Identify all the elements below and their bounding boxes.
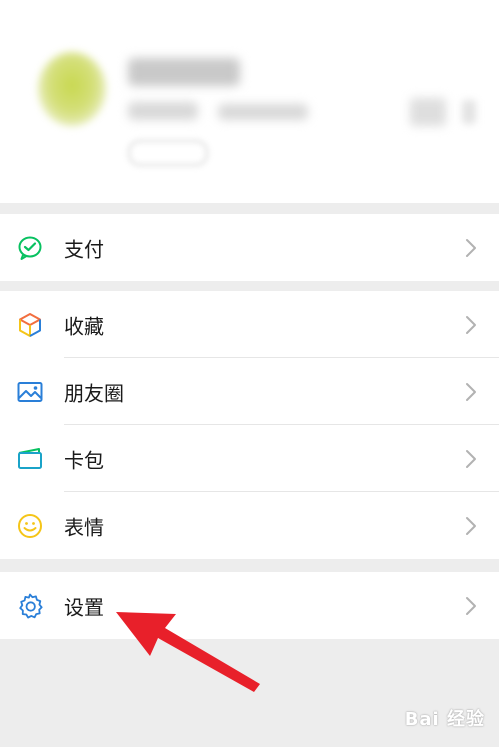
moments-picture-icon: [16, 378, 44, 406]
menu-item-pay[interactable]: 支付: [0, 214, 499, 281]
menu-item-favorites[interactable]: 收藏: [0, 291, 499, 358]
blurred-profile-chevron-icon: [462, 100, 476, 124]
menu-item-cards[interactable]: 卡包: [0, 425, 499, 492]
chevron-right-icon: [466, 238, 476, 257]
profile-header[interactable]: [0, 0, 499, 203]
chevron-right-icon: [466, 382, 476, 401]
avatar[interactable]: [38, 52, 106, 126]
card-wallet-icon: [16, 445, 44, 473]
me-page: 支付 收藏 朋友圈 卡包 表情 设置 Bai 经验: [0, 0, 499, 747]
blurred-wechat-id-label: [128, 102, 198, 120]
menu-item-settings[interactable]: 设置: [0, 572, 499, 639]
menu-group-pay: 支付: [0, 214, 499, 281]
blurred-status-button[interactable]: [128, 140, 208, 166]
menu-item-cards-label: 卡包: [64, 448, 104, 472]
watermark: Bai 经验: [404, 709, 485, 730]
chevron-right-icon: [466, 315, 476, 334]
blurred-qr-code-icon[interactable]: [410, 98, 446, 126]
menu-item-settings-label: 设置: [64, 595, 104, 619]
chevron-right-icon: [466, 596, 476, 615]
smiley-icon: [16, 512, 44, 540]
chevron-right-icon: [466, 449, 476, 468]
wechat-pay-icon: [16, 234, 44, 262]
menu-item-favorites-label: 收藏: [64, 314, 104, 338]
blurred-nickname: [128, 58, 240, 86]
blurred-wechat-id: [218, 104, 308, 120]
menu-item-moments[interactable]: 朋友圈: [0, 358, 499, 425]
menu-group-settings: 设置: [0, 572, 499, 639]
menu-item-pay-label: 支付: [64, 237, 104, 261]
menu-item-moments-label: 朋友圈: [64, 381, 124, 405]
menu-group-main: 收藏 朋友圈 卡包 表情: [0, 291, 499, 559]
chevron-right-icon: [466, 516, 476, 535]
menu-item-stickers[interactable]: 表情: [0, 492, 499, 559]
menu-item-stickers-label: 表情: [64, 515, 104, 539]
favorites-cube-icon: [16, 311, 44, 339]
gear-icon: [16, 592, 44, 620]
